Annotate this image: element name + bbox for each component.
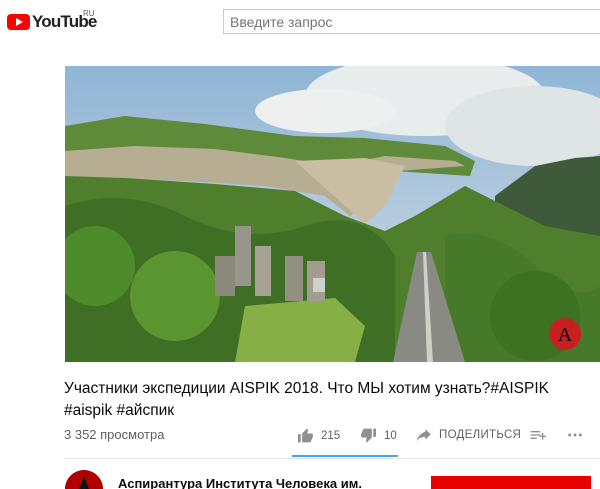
view-count: 3 352 просмотра	[64, 427, 165, 442]
video-player[interactable]: A	[65, 66, 600, 362]
like-count: 215	[321, 429, 341, 442]
watermark-letter: A	[558, 324, 573, 346]
channel-name[interactable]: Аспирантура Института Человека им. Кабар…	[118, 476, 368, 489]
dislike-button[interactable]: 10	[360, 428, 397, 443]
sentiment-bar	[292, 455, 398, 457]
more-actions-button[interactable]	[567, 428, 590, 442]
share-button[interactable]: ПОДЕЛИТЬСЯ	[416, 428, 521, 442]
divider	[64, 458, 600, 459]
add-to-playlist-button[interactable]	[530, 428, 553, 442]
channel-logo-icon	[65, 470, 103, 489]
search-box	[223, 9, 600, 34]
share-label: ПОДЕЛИТЬСЯ	[439, 429, 522, 441]
search-input[interactable]	[224, 10, 600, 33]
subscribe-button[interactable]	[431, 476, 591, 489]
like-button[interactable]: 215	[297, 428, 340, 443]
play-logo-icon	[7, 14, 30, 30]
channel-avatar[interactable]	[65, 470, 103, 489]
video-frame: A	[65, 66, 600, 362]
add-to-playlist-icon	[530, 428, 546, 442]
thumb-down-icon	[360, 428, 377, 443]
thumb-up-icon	[297, 428, 314, 443]
video-actions: 215 10 ПОДЕЛИТЬСЯ	[292, 420, 600, 457]
masthead: YouTube RU	[0, 0, 600, 44]
more-icon	[567, 428, 583, 442]
youtube-logo[interactable]: YouTube RU	[7, 9, 97, 32]
share-icon	[416, 428, 432, 442]
sentiment-bar-likes	[292, 455, 394, 457]
video-title: Участники экспедиции AISPIK 2018. Что МЫ…	[64, 380, 549, 419]
dislike-count: 10	[384, 429, 397, 442]
logo-region: RU	[83, 9, 95, 18]
